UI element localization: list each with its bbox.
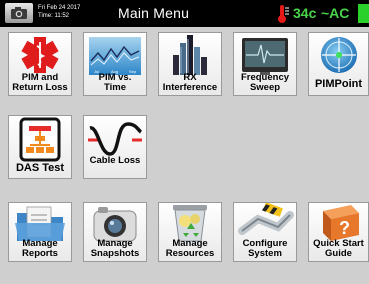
tile-label: Cable Loss: [89, 155, 141, 166]
recycle-bin-icon: [173, 205, 207, 242]
manage-reports-button[interactable]: Manage Reports: [8, 202, 72, 262]
tile-label: PIM and Return Loss: [12, 72, 68, 93]
tile-label: DAS Test: [15, 162, 65, 174]
folder-report-icon: [15, 206, 65, 241]
tile-label: Manage Resources: [165, 238, 215, 259]
camera-icon: [93, 207, 137, 242]
header-bar: Fri Feb 24 2017 Time: 11:52 Main Menu 34…: [0, 0, 369, 27]
svg-text:?: ?: [339, 218, 350, 238]
das-test-button[interactable]: DAS Test: [8, 115, 72, 179]
network-diagram-icon: [19, 117, 61, 162]
thermometer-icon: [278, 5, 289, 23]
manage-snapshots-button[interactable]: Manage Snapshots: [83, 202, 147, 262]
tile-label: RX Interference: [162, 72, 218, 93]
power-source-label: ~AC: [321, 5, 350, 21]
manage-resources-button[interactable]: Manage Resources: [158, 202, 222, 262]
oscilloscope-monitor-icon: [242, 38, 288, 75]
screenshot-button[interactable]: [5, 3, 33, 23]
camera-icon: [11, 7, 27, 19]
date-label: Fri Feb 24 2017: [38, 5, 81, 11]
frequency-sweep-button[interactable]: Frequency Sweep: [233, 32, 297, 96]
help-book-icon: ?: [323, 205, 359, 241]
page-title: Main Menu: [118, 5, 190, 21]
tile-label: PIM vs. Time: [98, 72, 132, 93]
pim-return-loss-button[interactable]: PIM and Return Loss: [8, 32, 72, 96]
waveform-chart-icon: Jul Aug Sep: [89, 37, 141, 75]
tile-label: PIMPoint: [314, 78, 363, 90]
skyline-bars-icon: [173, 35, 207, 75]
pim-vs-time-button[interactable]: Jul Aug Sep PIM vs. Time: [83, 32, 147, 96]
battery-indicator: [358, 4, 369, 23]
quick-start-guide-button[interactable]: ? Quick Start Guide: [308, 202, 369, 262]
wrench-settings-icon: [238, 203, 294, 235]
tile-label: Configure System: [242, 238, 288, 259]
time-label: Time: 11:52: [38, 13, 70, 19]
temperature-readout: 34c: [293, 5, 317, 21]
tile-label: Quick Start Guide: [313, 238, 364, 259]
configure-system-button[interactable]: Configure System: [233, 202, 297, 262]
tile-label: Frequency Sweep: [240, 72, 290, 93]
rx-interference-button[interactable]: RX Interference: [158, 32, 222, 96]
crosshair-target-icon: [321, 37, 357, 73]
tile-label: Manage Snapshots: [90, 238, 140, 259]
cable-loss-button[interactable]: Cable Loss: [83, 115, 147, 179]
pimpoint-button[interactable]: PIMPoint: [308, 32, 369, 96]
tile-label: Manage Reports: [22, 238, 58, 259]
medical-star-icon: [21, 37, 59, 73]
